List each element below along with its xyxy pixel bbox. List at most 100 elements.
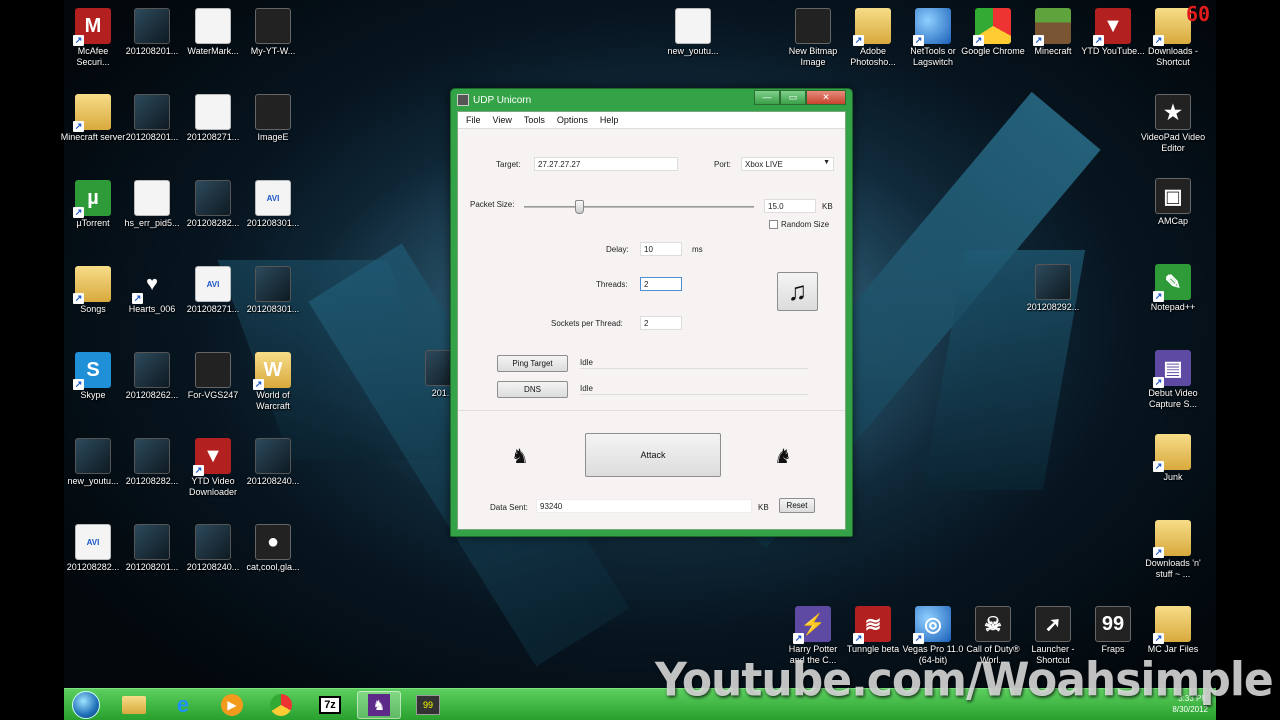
desktop-icon[interactable]: Minecraft [1020, 8, 1086, 57]
desktop-icon[interactable]: Junk [1140, 434, 1206, 483]
desktop-icon[interactable]: µµTorrent [60, 180, 126, 229]
desktop-icon[interactable]: 201208240... [180, 524, 246, 573]
ping-target-button[interactable]: Ping Target [497, 355, 568, 372]
minecraft-icon [1033, 8, 1071, 46]
random-size-checkbox[interactable] [769, 220, 778, 229]
desktop-icon[interactable]: new_youtu... [60, 438, 126, 487]
menu-tools[interactable]: Tools [518, 112, 551, 128]
desktop-icon[interactable]: My-YT-W... [240, 8, 306, 57]
desktop-icon[interactable]: 201208301... [240, 266, 306, 315]
desktop-icon[interactable]: 201208292... [1020, 264, 1086, 313]
desktop-icon[interactable]: ▣ AMCap [1140, 178, 1206, 227]
desktop-icon[interactable]: NetTools or Lagswitch [900, 8, 966, 68]
desktop-icon[interactable]: new_youtu... [660, 8, 726, 57]
taskbar-explorer[interactable] [112, 691, 156, 719]
desktop-icon[interactable]: MMcAfee Securi... [60, 8, 126, 68]
desktop-icon[interactable]: WaterMark... [180, 8, 246, 57]
menu-help[interactable]: Help [594, 112, 625, 128]
desktop-icon[interactable]: ★ VideoPad Video Editor [1140, 94, 1206, 154]
delay-input[interactable]: 10 [640, 242, 682, 256]
desktop-icon[interactable]: For-VGS247 [180, 352, 246, 401]
desktop-icon-label: 201208201... [125, 132, 179, 142]
attack-button[interactable]: Attack [585, 433, 721, 477]
letterbox-right [1216, 0, 1280, 720]
desktop-icon[interactable]: Minecraft server [60, 94, 126, 143]
document-icon [675, 8, 711, 44]
delay-label: Delay: [606, 245, 629, 254]
music-button[interactable]: ♫ [777, 272, 818, 311]
desktop-icon[interactable]: 201208262... [119, 352, 185, 401]
desktop-icon[interactable]: ▼YTD YouTube... [1080, 8, 1146, 57]
menu-file[interactable]: File [460, 112, 487, 128]
taskbar-chrome[interactable] [259, 691, 303, 719]
desktop-icon[interactable]: Adobe Photosho... [840, 8, 906, 68]
udp-unicorn-window[interactable]: UDP Unicorn — ▭ ✕ File View Tools Option… [450, 88, 853, 537]
desktop-icon[interactable]: AVI 201208282... [60, 524, 126, 573]
app-icon [195, 352, 231, 388]
desktop-icon[interactable]: 201208271... [180, 94, 246, 143]
folder-icon [1153, 606, 1191, 644]
bitmap-icon [795, 8, 831, 44]
maximize-button[interactable]: ▭ [780, 90, 806, 105]
desktop-icon-label: YTD YouTube... [1081, 46, 1145, 56]
target-input[interactable]: 27.27.27.27 [534, 157, 678, 171]
dns-button[interactable]: DNS [497, 381, 568, 398]
desktop-icon-label: Skype [80, 390, 106, 400]
desktop-icon[interactable]: Downloads 'n' stuff ~ ... [1140, 520, 1206, 580]
desktop-icon[interactable]: 201208201... [119, 8, 185, 57]
desktop-icon[interactable]: MC Jar Files [1140, 606, 1206, 655]
letterbox-left [0, 0, 64, 720]
packet-size-input[interactable]: 15.0 [764, 199, 816, 213]
desktop-icon[interactable]: SSkype [60, 352, 126, 401]
desktop-icon[interactable]: ImageE [240, 94, 306, 143]
taskbar-7zip[interactable]: 7z [308, 691, 352, 719]
close-button[interactable]: ✕ [806, 90, 846, 105]
desktop-icon[interactable]: Google Chrome [960, 8, 1026, 57]
sockets-input[interactable]: 2 [640, 316, 682, 330]
tunngle-icon: ≋ [853, 606, 891, 644]
desktop-icon[interactable]: New Bitmap Image [780, 8, 846, 68]
wow-icon: W [253, 352, 291, 390]
desktop-icon[interactable]: ✎Notepad++ [1140, 264, 1206, 313]
menu-view[interactable]: View [487, 112, 518, 128]
packet-size-track[interactable] [524, 206, 754, 208]
minimize-button[interactable]: — [754, 90, 780, 105]
desktop-icon[interactable]: AVI 201208301... [240, 180, 306, 229]
reset-button[interactable]: Reset [779, 498, 815, 513]
desktop-icon[interactable]: Songs [60, 266, 126, 315]
desktop-icon[interactable]: ♥Hearts_006 [119, 266, 185, 315]
taskbar-ie[interactable]: e [161, 691, 205, 719]
port-label: Port: [714, 160, 731, 169]
video-thumb-icon [134, 94, 170, 130]
desktop-icon-label: Google Chrome [961, 46, 1025, 56]
desktop-icon[interactable]: 99 Fraps [1080, 606, 1146, 655]
desktop-icon[interactable]: ▤Debut Video Capture S... [1140, 350, 1206, 410]
window-controls: — ▭ ✕ [754, 90, 846, 105]
desktop-icon[interactable]: WWorld of Warcraft [240, 352, 306, 412]
desktop-icon[interactable]: ≋Tunngle beta [840, 606, 906, 655]
port-select[interactable]: Xbox LIVE ▼ [741, 157, 834, 171]
desktop-icon-label: 201208301... [246, 218, 300, 228]
desktop-icon[interactable]: 201208240... [240, 438, 306, 487]
desktop-icon[interactable]: ▼YTD Video Downloader [180, 438, 246, 498]
data-sent-unit: KB [758, 503, 769, 512]
fps-counter: 60 [1186, 2, 1211, 26]
menu-options[interactable]: Options [551, 112, 594, 128]
desktop-icon[interactable]: ● cat,cool,gla... [240, 524, 306, 573]
desktop-icon[interactable]: 201208201... [119, 524, 185, 573]
desktop-icon[interactable]: 201208282... [180, 180, 246, 229]
desktop-icon-label: For-VGS247 [187, 390, 239, 400]
video-thumb-icon [75, 438, 111, 474]
desktop-icon[interactable]: hs_err_pid5... [119, 180, 185, 229]
threads-input[interactable]: 2 [640, 277, 682, 291]
taskbar-fraps[interactable]: 99 [406, 691, 450, 719]
desktop-icon[interactable]: 201208201... [119, 94, 185, 143]
packet-size-slider[interactable] [575, 200, 585, 214]
video-thumb-icon [134, 352, 170, 388]
start-button[interactable] [68, 691, 104, 719]
taskbar-media-player[interactable]: ▶ [210, 691, 254, 719]
desktop-icon[interactable]: 201208282... [119, 438, 185, 487]
skype-icon: S [73, 352, 111, 390]
desktop-icon[interactable]: AVI 201208271... [180, 266, 246, 315]
taskbar-udp-unicorn[interactable]: ♞ [357, 691, 401, 719]
